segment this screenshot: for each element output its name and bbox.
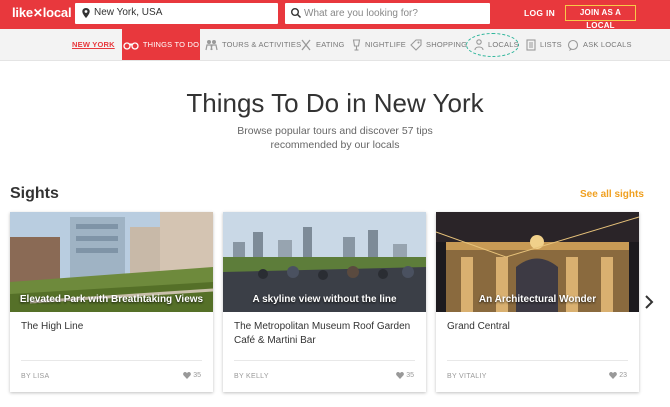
nav-city-link[interactable]: NEW YORK — [72, 29, 115, 60]
tab-label: LOCALS — [488, 40, 519, 49]
logo-suffix: local — [42, 5, 72, 20]
likes-count[interactable]: 23 — [609, 372, 627, 379]
binoculars-icon — [123, 41, 139, 50]
sight-card[interactable]: An Architectural Wonder Grand Central BY… — [436, 212, 639, 392]
map-pin-icon — [82, 8, 90, 18]
heart-icon — [183, 372, 192, 379]
tab-ask-locals[interactable]: ASK LOCALS — [567, 29, 632, 60]
sight-caption: Elevated Park with Breathtaking Views — [19, 294, 204, 305]
tab-label: SHOPPING — [426, 40, 468, 49]
tab-eating[interactable]: EATING — [300, 29, 345, 60]
tab-label: LISTS — [540, 40, 562, 49]
sights-heading: Sights — [10, 185, 59, 202]
search-icon — [291, 8, 302, 19]
search-input[interactable] — [304, 6, 484, 21]
chat-icon — [567, 39, 579, 51]
top-bar: like✕local New York, USA LOG IN JOIN AS … — [0, 0, 670, 30]
tab-shopping[interactable]: SHOPPING — [410, 29, 467, 60]
person-icon — [474, 38, 484, 50]
tab-lists[interactable]: LISTS — [526, 29, 562, 60]
sight-author[interactable]: BY LISA — [21, 373, 49, 380]
likes-number: 23 — [619, 372, 627, 379]
tab-things-to-do[interactable]: THINGS TO DO — [122, 29, 200, 60]
drink-icon — [352, 38, 361, 51]
location-value: New York, USA — [94, 7, 163, 18]
likes-count[interactable]: 35 — [396, 372, 414, 379]
tab-label: NIGHTLIFE — [365, 40, 406, 49]
sight-name[interactable]: Grand Central — [447, 320, 632, 334]
card-divider — [234, 360, 415, 361]
logo[interactable]: like✕local — [12, 5, 72, 20]
tab-locals[interactable]: LOCALS — [474, 29, 519, 60]
location-field[interactable]: New York, USA — [75, 3, 278, 24]
sight-caption: An Architectural Wonder — [478, 294, 597, 305]
heart-icon — [609, 372, 618, 379]
likes-count[interactable]: 35 — [183, 372, 201, 379]
sight-name[interactable]: The High Line — [21, 320, 206, 334]
card-divider — [21, 360, 202, 361]
tab-label: ASK LOCALS — [583, 40, 632, 49]
sight-name[interactable]: The Metropolitan Museum Roof Garden Café… — [234, 320, 419, 348]
search-box[interactable] — [285, 3, 490, 24]
join-as-local-button[interactable]: JOIN AS A LOCAL — [565, 5, 636, 30]
chevron-right-icon[interactable] — [644, 294, 654, 310]
tab-tours-activities[interactable]: TOURS & ACTIVITIES — [205, 29, 301, 60]
tab-label: THINGS TO DO — [142, 40, 200, 49]
tab-label: EATING — [316, 40, 345, 49]
page-title: Things To Do in New York — [186, 88, 484, 118]
sight-author[interactable]: BY VITALIY — [447, 373, 487, 380]
card-divider — [447, 360, 628, 361]
logo-x: ✕ — [32, 6, 43, 20]
sight-card[interactable]: Elevated Park with Breathtaking Views Th… — [10, 212, 213, 392]
category-nav: NEW YORK THINGS TO DO TOURS & ACTIVITIES… — [0, 29, 670, 61]
see-all-sights-link[interactable]: See all sights — [580, 189, 644, 200]
list-icon — [526, 38, 536, 51]
heart-icon — [396, 372, 405, 379]
tab-nightlife[interactable]: NIGHTLIFE — [352, 29, 406, 60]
likes-number: 35 — [193, 372, 201, 379]
sight-author[interactable]: BY KELLY — [234, 373, 269, 380]
likes-number: 35 — [406, 372, 414, 379]
people-icon — [205, 39, 218, 50]
tab-label: TOURS & ACTIVITIES — [222, 40, 302, 49]
login-link[interactable]: LOG IN — [524, 8, 555, 18]
tag-icon — [410, 38, 422, 51]
page-subtitle: Browse popular tours and discover 57 tip… — [237, 125, 433, 151]
logo-prefix: like — [12, 5, 33, 20]
fork-knife-icon — [301, 39, 311, 50]
sight-card[interactable]: A skyline view without the line The Metr… — [223, 212, 426, 392]
sight-caption: A skyline view without the line — [252, 294, 397, 305]
